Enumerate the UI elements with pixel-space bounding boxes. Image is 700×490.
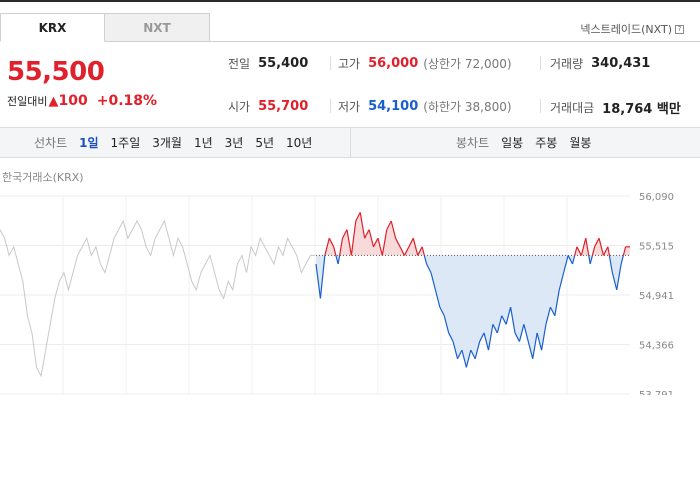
candle-weekly[interactable]: 주봉 [535, 134, 557, 151]
tab-nxt[interactable]: NXT [105, 13, 210, 42]
prev-day-line [0, 219, 315, 378]
period-1d[interactable]: 1일 [79, 134, 98, 151]
stat-label: 저가 [338, 100, 361, 114]
stat-label: 고가 [338, 57, 361, 71]
stat-value: 54,100 [368, 99, 419, 114]
stat-divider [330, 99, 331, 113]
line-chart-title: 선차트 [34, 136, 68, 150]
lower-limit: (하한가 38,800) [423, 100, 512, 114]
price-chart: 56,090 55,515 54,941 54,366 53,791 [0, 180, 700, 395]
stat-volume: 거래량 340,431 [550, 55, 650, 72]
chart-toolbar: 선차트 1일 1주일 3개월 1년 3년 5년 10년 봉차트 일봉 주봉 월봉 [0, 127, 700, 158]
stat-label: 거래량 [550, 57, 584, 71]
period-1y[interactable]: 1년 [194, 134, 213, 151]
candle-chart-title: 봉차트 [456, 136, 490, 150]
tab-krx[interactable]: KRX [0, 13, 105, 42]
stat-value: 56,000 [368, 56, 419, 71]
period-10y[interactable]: 10년 [286, 134, 312, 151]
stat-label: 시가 [228, 100, 251, 114]
stat-divider [540, 99, 541, 113]
y-tick-label: 56,090 [639, 192, 674, 203]
stat-label: 거래대금 [550, 101, 595, 115]
help-icon[interactable]: ? [675, 24, 684, 34]
stat-prev-close: 전일 55,400 [228, 55, 308, 72]
change-value: 100 [58, 93, 88, 109]
stat-divider [330, 56, 331, 70]
change-label: 전일대비 [7, 95, 48, 108]
price-change: 전일대비 ▲ 100 +0.18% [7, 93, 157, 109]
below-baseline-fill [316, 255, 624, 368]
change-percent: +0.18% [96, 93, 158, 109]
top-rule [0, 0, 700, 2]
stat-value: 18,764 백만 [602, 102, 681, 117]
period-3m[interactable]: 3개월 [152, 134, 182, 151]
period-3y[interactable]: 3년 [225, 134, 244, 151]
current-price: 55,500 [7, 57, 105, 87]
stat-high: 고가 56,000 (상한가 72,000) [338, 55, 512, 72]
y-tick-label: 54,941 [639, 291, 674, 302]
price-chart-svg: 56,090 55,515 54,941 54,366 53,791 [0, 192, 674, 395]
candle-chart-periods: 봉차트 일봉 주봉 월봉 [456, 128, 603, 157]
period-1w[interactable]: 1주일 [111, 134, 141, 151]
y-tick-label: 53,791 [639, 390, 674, 395]
stat-trade-value: 거래대금 18,764 백만 [550, 98, 681, 117]
stat-low: 저가 54,100 (하한가 38,800) [338, 98, 512, 115]
nxt-link-label: 넥스트레이드(NXT) [580, 23, 672, 36]
stat-open: 시가 55,700 [228, 98, 308, 115]
stat-value: 340,431 [591, 56, 651, 71]
up-triangle-icon: ▲ [48, 93, 59, 109]
stat-divider [540, 56, 541, 70]
period-5y[interactable]: 5년 [255, 134, 274, 151]
y-tick-label: 55,515 [639, 242, 674, 253]
stat-value: 55,700 [258, 99, 309, 114]
stat-label: 전일 [228, 57, 251, 71]
nxt-link[interactable]: 넥스트레이드(NXT) ? [580, 21, 684, 37]
upper-limit: (상한가 72,000) [423, 57, 512, 71]
tab-underline [210, 41, 700, 42]
toolbar-divider [350, 128, 351, 157]
stat-value: 55,400 [258, 56, 309, 71]
line-chart-periods: 선차트 1일 1주일 3개월 1년 3년 5년 10년 [34, 128, 324, 157]
candle-monthly[interactable]: 월봉 [569, 134, 591, 151]
market-tabs: KRX NXT [0, 13, 210, 42]
y-tick-label: 54,366 [639, 340, 674, 351]
candle-daily[interactable]: 일봉 [501, 134, 523, 151]
